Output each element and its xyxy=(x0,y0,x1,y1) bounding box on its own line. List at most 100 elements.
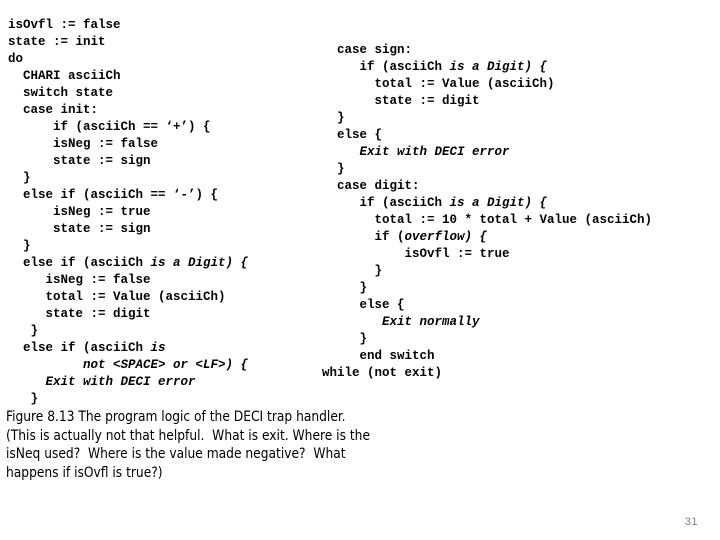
code-text: } xyxy=(8,239,31,253)
code-left-line: CHARI asciiCh xyxy=(8,68,248,85)
code-text: state := digit xyxy=(8,307,151,321)
code-left-line: switch state xyxy=(8,85,248,102)
code-text: } xyxy=(8,171,31,185)
code-text: state := init xyxy=(8,35,106,49)
code-text: case init: xyxy=(8,103,99,117)
page-number: 31 xyxy=(684,516,698,528)
code-left-line: isNeg := false xyxy=(8,272,248,289)
code-text-italic: Exit normally xyxy=(382,315,480,329)
code-left-line: } xyxy=(8,238,248,255)
code-text: while (not exit) xyxy=(322,366,443,380)
code-text: state := digit xyxy=(322,94,480,108)
figure-caption: Figure 8.13 The program logic of the DEC… xyxy=(6,408,410,482)
code-text: else if (asciiCh xyxy=(8,341,151,355)
code-right-line: while (not exit) xyxy=(322,365,652,382)
code-right-line: } xyxy=(322,263,652,280)
code-text: else { xyxy=(322,128,383,142)
code-text: state := sign xyxy=(8,222,151,236)
code-left-line: isOvfl := false xyxy=(8,17,248,34)
code-text-italic: is a Digit) { xyxy=(449,196,548,210)
code-text: if (asciiCh xyxy=(322,196,450,210)
code-right-line: } xyxy=(322,280,652,297)
caption-line: (This is actually not that helpful. What… xyxy=(6,427,371,444)
code-text: total := Value (asciiCh) xyxy=(322,77,555,91)
code-text-italic: Exit with DECI error xyxy=(45,375,196,389)
code-text: } xyxy=(322,281,368,295)
code-text: } xyxy=(322,111,345,125)
code-left-line: total := Value (asciiCh) xyxy=(8,289,248,306)
code-block-right: case sign: if (asciiCh is a Digit) { tot… xyxy=(322,42,652,382)
code-right-line: if (overflow) { xyxy=(322,229,652,246)
code-text: } xyxy=(8,324,39,338)
code-text: end switch xyxy=(322,349,435,363)
code-right-line: } xyxy=(322,331,652,348)
code-text: else if (asciiCh == ‘-’) { xyxy=(8,188,219,202)
code-left-line: not <SPACE> or <LF>) { xyxy=(8,357,248,374)
code-right-line: total := Value (asciiCh) xyxy=(322,76,652,93)
code-text: total := 10 * total + Value (asciiCh) xyxy=(322,213,653,227)
caption-line: happens if isOvfl is true?) xyxy=(6,464,163,481)
slide-canvas: isOvfl := false state := init do CHARI asc… xyxy=(0,0,720,540)
code-text: case sign: xyxy=(322,43,413,57)
code-text: } xyxy=(322,162,345,176)
code-text: isNeg := true xyxy=(8,205,151,219)
code-text: } xyxy=(322,332,368,346)
code-right-line: if (asciiCh is a Digit) { xyxy=(322,195,652,212)
code-text-italic: is xyxy=(150,341,166,355)
code-text: else { xyxy=(322,298,405,312)
code-left-line: case init: xyxy=(8,102,248,119)
code-text: state := sign xyxy=(8,154,151,168)
code-text: do xyxy=(8,52,24,66)
code-right-line: end switch xyxy=(322,348,652,365)
code-text: else if (asciiCh xyxy=(8,256,151,270)
code-text-italic: not <SPACE> or <LF>) { xyxy=(83,358,249,372)
code-text: switch state xyxy=(8,86,114,100)
code-right-line: else { xyxy=(322,127,652,144)
code-text: } xyxy=(8,392,39,406)
code-left-line: isNeg := false xyxy=(8,136,248,153)
caption-line: Figure 8.13 The program logic of the DEC… xyxy=(6,409,346,425)
code-text: if ( xyxy=(322,230,405,244)
code-left-line: else if (asciiCh is a Digit) { xyxy=(8,255,248,272)
code-text: if (asciiCh xyxy=(322,60,450,74)
code-text: total := Value (asciiCh) xyxy=(8,290,226,304)
code-text: CHARI asciiCh xyxy=(8,69,121,83)
code-right-line: Exit normally xyxy=(322,314,652,331)
code-left-line: Exit with DECI error xyxy=(8,374,248,391)
code-right-line: else { xyxy=(322,297,652,314)
code-text: isOvfl := true xyxy=(322,247,510,261)
code-text: if (asciiCh == ‘+’) { xyxy=(8,120,211,134)
code-left-line: else if (asciiCh == ‘-’) { xyxy=(8,187,248,204)
code-text: case digit: xyxy=(322,179,420,193)
code-block-left: isOvfl := false state := init do CHARI asc… xyxy=(8,17,248,408)
code-text: isNeg := false xyxy=(8,273,151,287)
code-left-line: do xyxy=(8,51,248,68)
code-text: isNeg := false xyxy=(8,137,159,151)
code-text-italic: Exit with DECI error xyxy=(359,145,510,159)
code-left-line: state := sign xyxy=(8,153,248,170)
code-text-italic: overflow) { xyxy=(404,230,488,244)
code-left-line: if (asciiCh == ‘+’) { xyxy=(8,119,248,136)
code-right-line: } xyxy=(322,110,652,127)
code-right-line: total := 10 * total + Value (asciiCh) xyxy=(322,212,653,229)
code-left-line: state := sign xyxy=(8,221,248,238)
code-text-italic: is a Digit) { xyxy=(150,256,249,270)
code-text-italic: is a Digit) { xyxy=(449,60,548,74)
code-text: isOvfl := false xyxy=(8,18,121,32)
code-left-line: isNeg := true xyxy=(8,204,248,221)
caption-line: isNeq used? Where is the value made nega… xyxy=(6,446,346,462)
code-right-line: case sign: xyxy=(322,42,652,59)
code-left-line: } xyxy=(8,323,248,340)
code-right-line: Exit with DECI error xyxy=(322,144,652,161)
code-left-line: state := init xyxy=(8,34,248,51)
code-left-line: state := digit xyxy=(8,306,248,323)
code-right-line: } xyxy=(322,161,652,178)
code-left-line: else if (asciiCh is xyxy=(8,340,248,357)
code-text: } xyxy=(322,264,383,278)
code-right-line: isOvfl := true xyxy=(322,246,652,263)
code-left-line: } xyxy=(8,170,248,187)
